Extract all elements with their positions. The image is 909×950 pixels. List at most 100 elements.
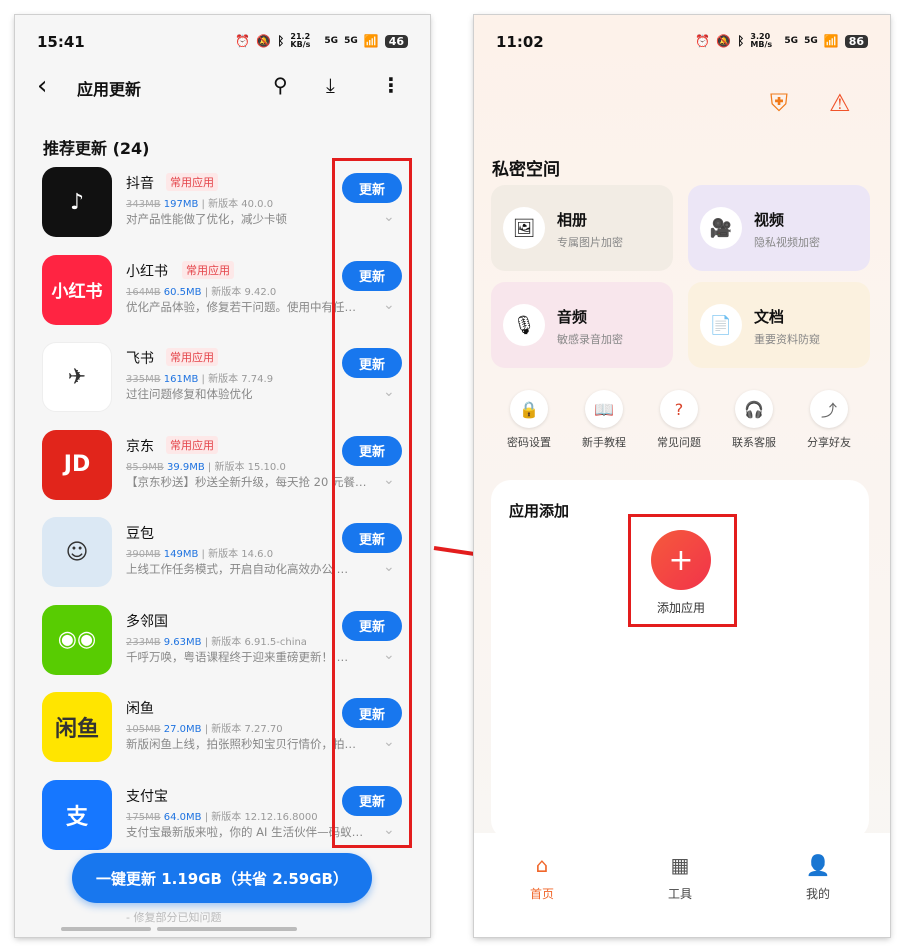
app-icon[interactable]: 小红书 xyxy=(42,254,112,325)
app-icon-glyph: ◉◉ xyxy=(57,627,97,652)
section-title: 私密空间 xyxy=(492,160,560,180)
quick-action[interactable]: 📖 新手教程 xyxy=(569,390,639,450)
status-time: 11:02 xyxy=(496,33,544,51)
card-icon: 🖼 xyxy=(503,207,545,249)
app-icon[interactable]: ◉◉ xyxy=(42,604,112,675)
tab-label: 工具 xyxy=(667,887,692,901)
quick-action-label: 分享好友 xyxy=(807,436,851,449)
battery-level: 86 xyxy=(844,34,868,48)
app-icon-glyph: ♪ xyxy=(69,189,85,215)
new-size: 9.63MB xyxy=(163,636,202,648)
more-icon[interactable]: ⋮ xyxy=(381,73,401,97)
update-all-button[interactable]: 一键更新 1.19GB（共省 2.59GB） xyxy=(72,853,372,903)
frequent-app-tag: 常用应用 xyxy=(182,260,234,279)
old-size: 233MB xyxy=(126,636,161,648)
frequent-app-tag: 常用应用 xyxy=(166,348,218,366)
card-icon: 📄 xyxy=(700,304,742,346)
bluetooth-icon: ᛒ xyxy=(277,34,285,48)
home-icon: ⌂ xyxy=(535,853,549,877)
download-icon[interactable]: ⤓ xyxy=(326,73,335,97)
update-description: 对产品性能做了优化，减少卡顿 xyxy=(126,212,287,226)
card-icon: 🎙 xyxy=(503,304,545,346)
private-card[interactable]: 🖼 相册 专属图片加密 xyxy=(491,185,673,271)
new-version: 新版本 15.10.0 xyxy=(214,461,286,473)
top-bar: ‹ 应用更新 ⚲ ⤓ ⋮ xyxy=(15,67,430,107)
app-icon[interactable]: ☺ xyxy=(42,517,112,587)
section-title: 推荐更新 (24) xyxy=(43,139,150,158)
old-size: 343MB xyxy=(126,199,161,210)
app-icon-glyph: JD xyxy=(63,452,91,477)
wifi-icon: 📶 xyxy=(363,34,379,48)
card-subtitle: 专属图片加密 xyxy=(557,236,623,249)
app-name: 闲鱼 xyxy=(126,701,154,717)
old-size: 105MB xyxy=(126,724,161,735)
quick-action-icon: ? xyxy=(660,390,698,428)
net-speed: 21.2 KB/s xyxy=(290,32,311,49)
wifi-icon: 📶 xyxy=(823,34,839,48)
shield-icon[interactable]: ⛨ xyxy=(770,89,788,117)
old-size: 335MB xyxy=(126,374,161,385)
new-size: 197MB xyxy=(163,199,199,210)
bottom-tab-bar: ⌂ 首页 ▦ 工具 👤 我的 xyxy=(474,833,890,937)
tab-home[interactable]: ⌂ 首页 xyxy=(502,853,582,902)
page-title: 应用更新 xyxy=(77,80,142,99)
private-card[interactable]: 📄 文档 重要资料防窥 xyxy=(688,282,870,368)
quick-action-icon: ⤴ xyxy=(810,390,848,428)
private-card[interactable]: 🎥 视频 隐私视频加密 xyxy=(688,185,870,271)
tab-mine[interactable]: 👤 我的 xyxy=(778,853,858,902)
quick-action[interactable]: 🎧 联系客服 xyxy=(719,390,789,450)
signal-5g-2: 5G xyxy=(804,36,818,46)
quick-action-icon: 🔒 xyxy=(510,390,548,428)
card-title: 音频 xyxy=(557,308,588,326)
quick-action-icon: 📖 xyxy=(585,390,623,428)
new-version: 新版本 9.42.0 xyxy=(211,286,277,298)
warning-icon[interactable]: ⚠ xyxy=(829,89,851,117)
app-icon-glyph: ✈ xyxy=(67,364,87,390)
home-indicator-2 xyxy=(157,927,297,931)
app-name: 京东 xyxy=(126,438,154,455)
card-subtitle: 敏感录音加密 xyxy=(557,333,623,346)
card-title: 视频 xyxy=(754,211,785,229)
alarm-icon: ⏰ xyxy=(235,34,251,48)
status-bar: 15:41 ⏰ 🔕 ᛒ 21.2 KB/s 5G 5G 📶 46 xyxy=(15,15,430,63)
app-icon[interactable]: 支 xyxy=(42,779,112,850)
status-icons: ⏰ 🔕 ᛒ 3.20 MB/s 5G 5G 📶 86 xyxy=(695,33,868,49)
signal-5g-1: 5G xyxy=(324,36,339,46)
private-space-screen: 11:02 ⏰ 🔕 ᛒ 3.20 MB/s 5G 5G 📶 86 ⛨ ⚠ 私密空… xyxy=(474,15,890,937)
update-description: 新版闲鱼上线，拍张照秒知宝贝行情价，拍… xyxy=(126,737,356,751)
mute-icon: 🔕 xyxy=(716,34,732,48)
old-size: 175MB xyxy=(126,811,161,823)
quick-action[interactable]: ? 常见问题 xyxy=(644,390,714,450)
search-icon[interactable]: ⚲ xyxy=(273,73,288,97)
home-indicator xyxy=(61,927,151,931)
app-icon[interactable]: 闲鱼 xyxy=(42,692,112,762)
new-version: 新版本 7.27.70 xyxy=(211,724,283,735)
back-arrow-icon[interactable]: ‹ xyxy=(37,71,47,101)
new-version: 新版本 14.6.0 xyxy=(208,549,274,560)
quick-action-label: 新手教程 xyxy=(582,436,626,449)
quick-action[interactable]: ⤴ 分享好友 xyxy=(794,390,864,450)
app-icon[interactable]: JD xyxy=(42,429,112,500)
tab-label: 我的 xyxy=(805,887,830,901)
new-version: 新版本 6.91.5-china xyxy=(211,636,307,648)
status-icons: ⏰ 🔕 ᛒ 21.2 KB/s 5G 5G 📶 46 xyxy=(235,33,408,49)
old-size: 85.9MB xyxy=(126,461,164,473)
update-description: 上线工作任务模式，开启自动化高效办公 … xyxy=(126,562,349,576)
tab-tools[interactable]: ▦ 工具 xyxy=(640,853,720,902)
app-size-meta: 85.9MB 39.9MB | 新版本 15.10.0 xyxy=(126,461,286,473)
grid-icon: ▦ xyxy=(670,853,690,877)
alarm-icon: ⏰ xyxy=(695,34,711,48)
private-card[interactable]: 🎙 音频敏感录音加密 xyxy=(491,282,673,368)
app-icon[interactable]: ✈ xyxy=(42,342,112,412)
new-size: 149MB xyxy=(163,549,199,560)
app-icon-glyph: 小红书 xyxy=(51,282,103,302)
old-size: 390MB xyxy=(126,549,161,560)
new-size: 60.5MB xyxy=(163,286,202,298)
app-icon-glyph: 闲鱼 xyxy=(54,717,99,742)
card-icon: 🎥 xyxy=(700,207,742,249)
app-name: 支付宝 xyxy=(126,788,168,805)
app-icon[interactable]: ♪ xyxy=(42,167,112,237)
quick-action[interactable]: 🔒 密码设置 xyxy=(494,390,564,450)
app-update-screen: 15:41 ⏰ 🔕 ᛒ 21.2 KB/s 5G 5G 📶 46 ‹ 应用更新 … xyxy=(15,15,430,937)
app-size-meta: 390MB 149MB | 新版本 14.6.0 xyxy=(126,549,274,560)
